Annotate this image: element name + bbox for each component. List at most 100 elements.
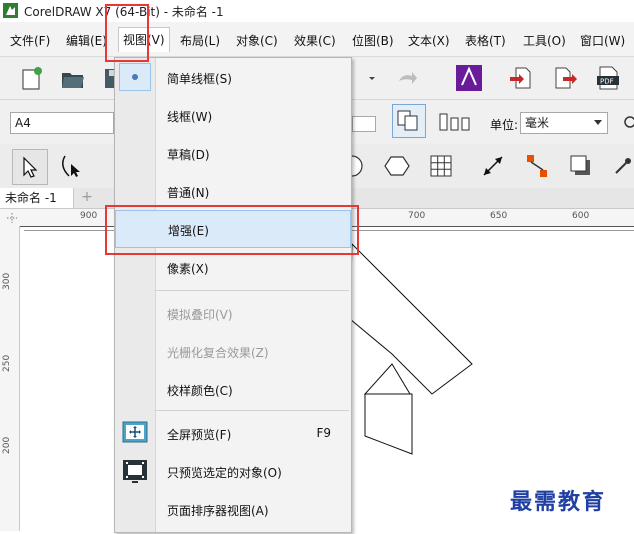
nudge-icon (624, 116, 634, 128)
view-menu-dropdown: 简单线框(S) 线框(W) 草稿(D) 普通(N) 增强(E) 像素(X) 模拟… (114, 57, 352, 533)
document-tab[interactable]: 未命名 -1 (0, 188, 74, 208)
page-size-select[interactable]: A4 (10, 112, 114, 134)
redo-icon (399, 72, 417, 84)
simulate-overprint-item[interactable]: 模拟叠印(V) (115, 296, 351, 330)
ruler-label: 200 (2, 436, 12, 454)
nudge-settings-button[interactable] (620, 112, 634, 132)
page-columns-icon (439, 113, 470, 131)
menu-separator (155, 290, 349, 291)
pointer-arrow-icon (23, 156, 38, 178)
shape-edit-icon (62, 155, 80, 177)
pick-tool-button[interactable] (12, 149, 48, 185)
menu-tools[interactable]: 工具(O) (523, 32, 566, 49)
chevron-down-icon (594, 120, 602, 125)
rasterize-complex-effects-item[interactable]: 光栅化复合效果(Z) (115, 334, 351, 368)
import-button[interactable] (452, 61, 486, 95)
menu-object[interactable]: 对象(C) (236, 32, 278, 49)
drop-shadow-tool-button[interactable] (564, 149, 598, 183)
units-value: 毫米 (525, 116, 550, 130)
menu-bitmaps[interactable]: 位图(B) (352, 32, 394, 49)
eyedropper-tool-button[interactable] (604, 149, 634, 183)
menu-item-label: 普通(N) (167, 186, 210, 200)
view-draft-item[interactable]: 草稿(D) (115, 136, 351, 170)
menu-item-label: 页面排序器视图(A) (167, 504, 269, 518)
import-file-button[interactable] (504, 61, 538, 95)
dimension-tool-button[interactable] (476, 149, 510, 183)
vertical-ruler[interactable]: 300 250 200 (0, 226, 20, 531)
ruler-origin-icon (7, 213, 17, 223)
menu-edit[interactable]: 编辑(E) (66, 32, 107, 49)
multi-page-icon (397, 110, 418, 131)
menu-window[interactable]: 窗口(W) (580, 32, 625, 49)
watermark-text: 最需教育 (510, 489, 607, 515)
ruler-label: 700 (408, 211, 426, 221)
preview-selected-icon (123, 460, 147, 483)
ruler-label: 250 (2, 354, 12, 372)
new-document-icon (22, 67, 42, 90)
diagonal-dimension-icon (483, 156, 503, 176)
ruler-label: 600 (572, 211, 590, 221)
menu-item-label: 光栅化复合效果(Z) (167, 346, 269, 360)
new-document-button[interactable] (14, 61, 48, 95)
radio-dot-icon (132, 74, 138, 80)
view-wireframe-item[interactable]: 线框(W) (115, 98, 351, 132)
units-label: 单位: (490, 118, 519, 132)
menu-item-label: 模拟叠印(V) (167, 308, 233, 322)
drop-shadow-icon (570, 155, 590, 175)
import-icon (510, 67, 531, 89)
menu-item-shortcut: F9 (316, 426, 331, 440)
menu-item-label: 简单线框(S) (167, 72, 232, 86)
view-pixels-item[interactable]: 像素(X) (115, 250, 351, 284)
menu-item-label: 只预览选定的对象(O) (167, 466, 282, 480)
view-normal-item[interactable]: 普通(N) (115, 174, 351, 208)
add-tab-button[interactable]: + (80, 190, 94, 204)
menu-effects[interactable]: 效果(C) (294, 32, 336, 49)
menu-item-label: 像素(X) (167, 262, 209, 276)
publish-pdf-button[interactable]: PDF (592, 61, 626, 95)
page-sorter-view-item[interactable]: 页面排序器视图(A) (115, 492, 351, 526)
menu-text[interactable]: 文本(X) (408, 32, 450, 49)
corel-connect-icon (456, 65, 482, 91)
folder-open-icon (62, 73, 84, 88)
full-screen-preview-item[interactable]: 全屏预览(F) F9 (115, 416, 351, 450)
all-pages-button[interactable] (392, 104, 426, 138)
view-menu-annotation-box (105, 4, 149, 62)
table-tool-button[interactable] (424, 149, 458, 183)
open-button[interactable] (56, 61, 90, 95)
connector-icon (527, 155, 547, 177)
undo-dropdown-button[interactable] (355, 61, 389, 95)
enhanced-item-annotation-box (105, 205, 359, 255)
current-page-button[interactable] (436, 104, 476, 138)
view-simple-wireframe-item[interactable]: 简单线框(S) (115, 60, 351, 94)
units-select[interactable]: 毫米 (520, 112, 608, 134)
table-grid-icon (430, 155, 452, 177)
menu-bar: 文件(F) 编辑(E) 视图(V) 布局(L) 对象(C) 效果(C) 位图(B… (0, 22, 634, 57)
ruler-label: 300 (2, 272, 12, 290)
hexagon-icon (384, 156, 410, 176)
redo-button[interactable] (390, 61, 424, 95)
portrait-page-button[interactable] (352, 116, 376, 132)
dropdown-arrow-icon (369, 77, 375, 80)
menu-item-label: 草稿(D) (167, 148, 210, 162)
menu-item-label: 校样颜色(C) (167, 384, 233, 398)
coreldraw-logo-icon (3, 3, 18, 18)
menu-separator (155, 410, 349, 411)
menu-item-label: 全屏预览(F) (167, 428, 232, 442)
export-icon (555, 67, 577, 89)
menu-table[interactable]: 表格(T) (465, 32, 506, 49)
polygon-tool-button[interactable] (380, 149, 414, 183)
title-bar: CorelDRAW X7 (64-Bit) - 未命名 -1 (0, 0, 634, 23)
menu-layout[interactable]: 布局(L) (180, 32, 220, 49)
radio-check-box (119, 63, 151, 91)
ruler-label: 900 (80, 211, 98, 221)
eyedropper-icon (615, 158, 631, 174)
connector-tool-button[interactable] (520, 149, 554, 183)
menu-file[interactable]: 文件(F) (10, 32, 50, 49)
preview-selected-only-item[interactable]: 只预览选定的对象(O) (115, 454, 351, 488)
menu-item-label: 线框(W) (167, 110, 213, 124)
svg-text:PDF: PDF (600, 78, 614, 86)
export-button[interactable] (548, 61, 582, 95)
fullscreen-preview-icon (122, 421, 148, 443)
proof-colors-item[interactable]: 校样颜色(C) (115, 372, 351, 406)
shape-tool-button[interactable] (54, 149, 88, 183)
